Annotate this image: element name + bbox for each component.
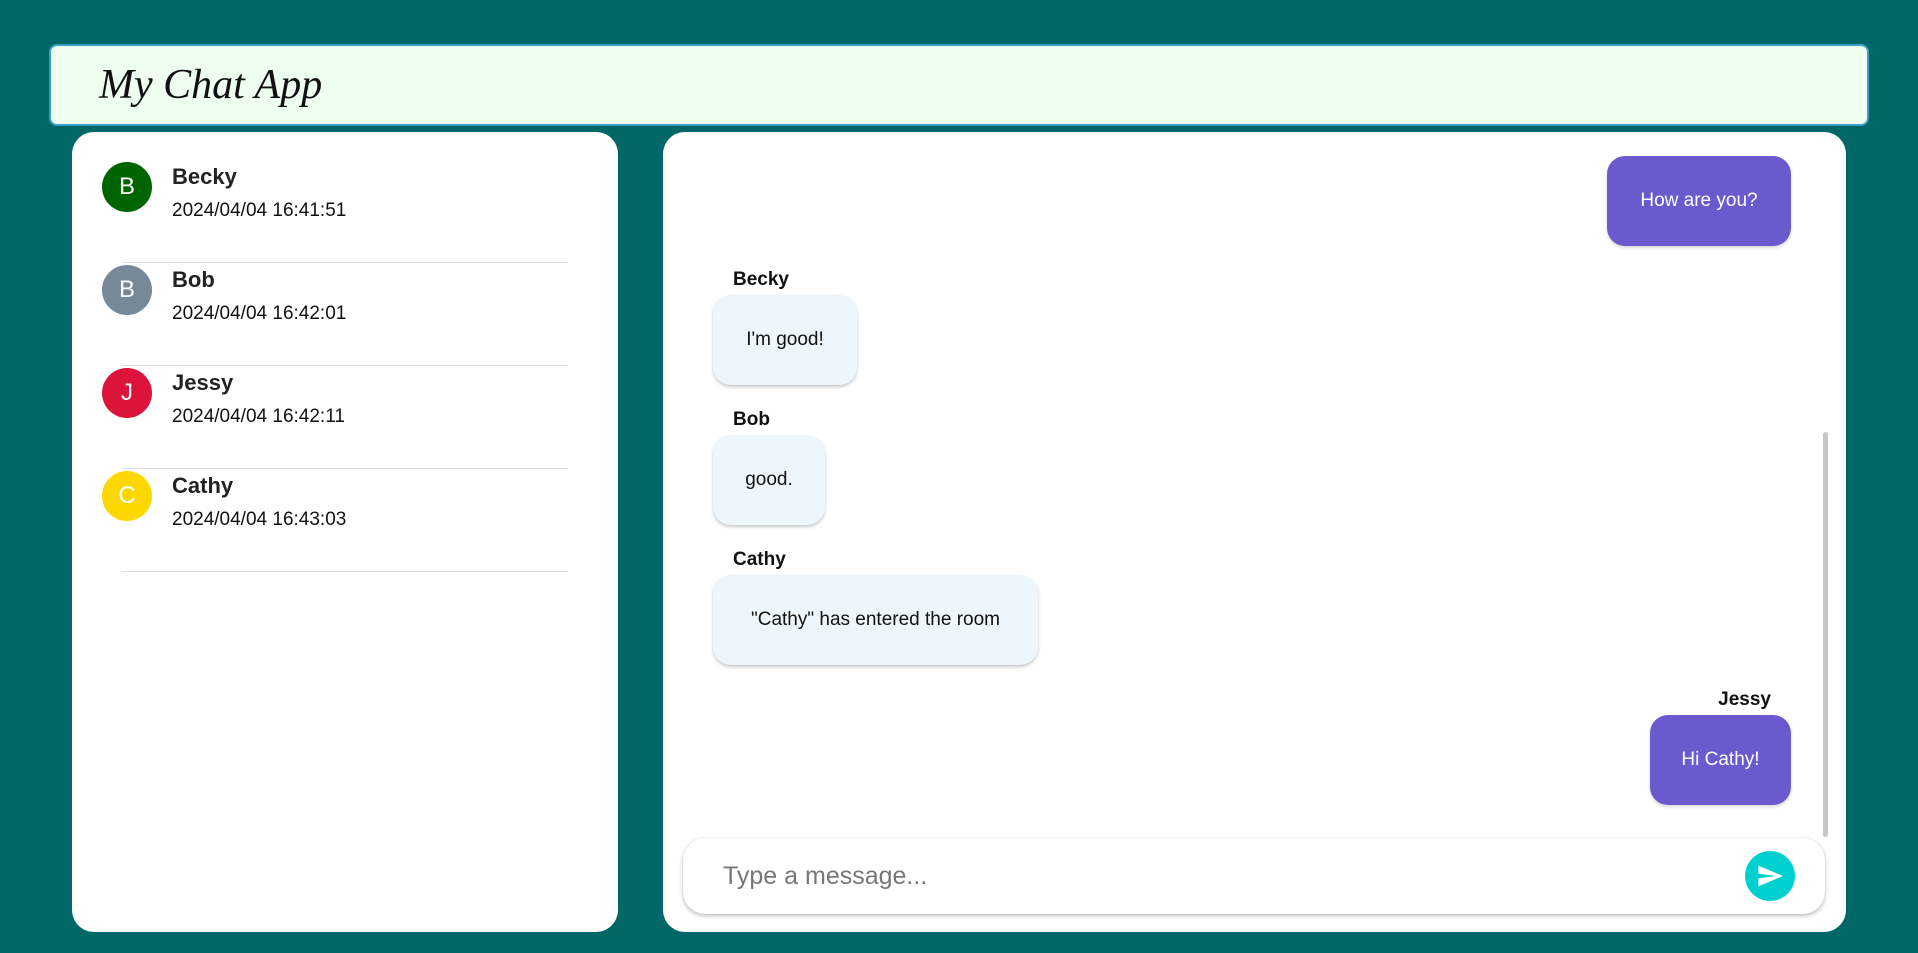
scrollbar-thumb[interactable] xyxy=(1823,432,1828,837)
avatar: C xyxy=(102,471,152,521)
message-sender: Cathy xyxy=(733,549,786,570)
contact-name: Becky xyxy=(172,164,237,189)
contact-timestamp: 2024/04/04 16:41:51 xyxy=(172,200,347,221)
message-bubble: good. xyxy=(713,435,825,525)
message-sender: Jessy xyxy=(1718,689,1771,710)
message-outgoing: Jessy Hi Cathy! xyxy=(1650,689,1791,805)
contact-name: Bob xyxy=(172,267,215,292)
contact-item-bob[interactable]: B Bob 2024/04/04 16:42:01 xyxy=(72,263,618,366)
message-bubble: I'm good! xyxy=(713,295,857,385)
message-bubble: How are you? xyxy=(1607,156,1791,246)
message-bubble: Hi Cathy! xyxy=(1650,715,1791,805)
message-incoming: Bob good. xyxy=(713,409,825,525)
contact-item-jessy[interactable]: J Jessy 2024/04/04 16:42:11 xyxy=(72,366,618,469)
contact-timestamp: 2024/04/04 16:42:01 xyxy=(172,303,347,324)
contacts-panel: B Becky 2024/04/04 16:41:51 B Bob 2024/0… xyxy=(72,132,618,932)
app-header: My Chat App xyxy=(49,44,1869,126)
message-list[interactable]: How are you? Becky I'm good! Bob good. C… xyxy=(663,132,1846,832)
avatar: J xyxy=(102,368,152,418)
contact-name: Cathy xyxy=(172,473,234,498)
send-icon xyxy=(1758,865,1783,887)
send-button[interactable] xyxy=(1745,851,1795,901)
contact-item-becky[interactable]: B Becky 2024/04/04 16:41:51 xyxy=(72,160,618,263)
message-incoming: Cathy "Cathy" has entered the room xyxy=(713,549,1038,665)
message-incoming: Becky I'm good! xyxy=(713,269,857,385)
contact-timestamp: 2024/04/04 16:43:03 xyxy=(172,509,347,530)
app-title: My Chat App xyxy=(99,62,323,108)
avatar: B xyxy=(102,265,152,315)
message-sender: Bob xyxy=(733,409,770,430)
contact-item-cathy[interactable]: C Cathy 2024/04/04 16:43:03 xyxy=(72,469,618,572)
message-composer xyxy=(683,838,1825,914)
chat-panel: How are you? Becky I'm good! Bob good. C… xyxy=(663,132,1846,932)
message-input[interactable] xyxy=(723,861,1745,891)
contact-timestamp: 2024/04/04 16:42:11 xyxy=(172,406,345,427)
message-bubble: "Cathy" has entered the room xyxy=(713,575,1038,665)
message-sender: Becky xyxy=(733,269,789,290)
message-outgoing: How are you? xyxy=(1607,156,1791,246)
contact-name: Jessy xyxy=(172,370,234,395)
divider xyxy=(122,571,568,572)
avatar: B xyxy=(102,162,152,212)
